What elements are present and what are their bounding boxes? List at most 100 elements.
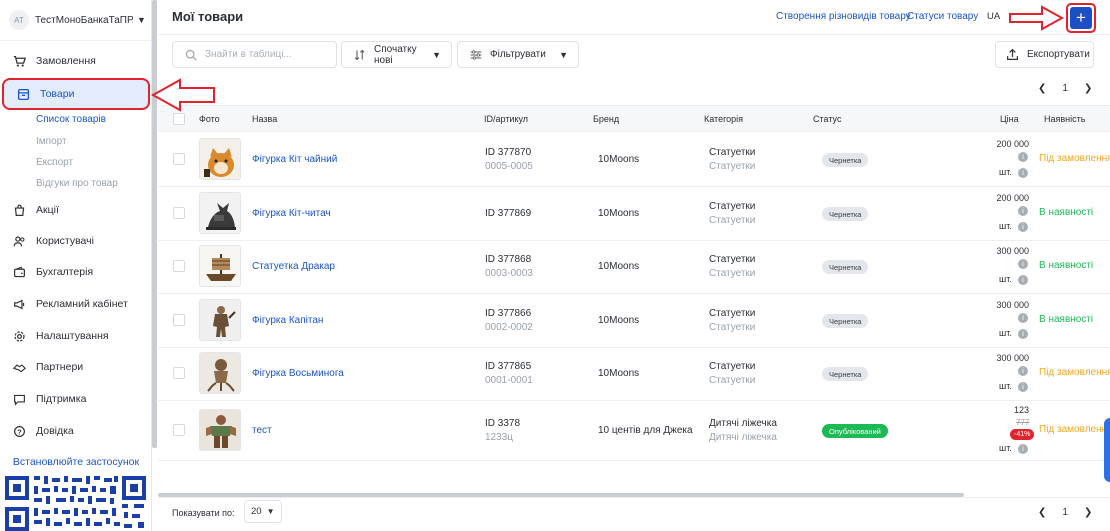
col-photo: Фото [199, 114, 220, 124]
status-badge[interactable]: Чернетка [822, 367, 869, 381]
qr-code-icon [4, 474, 150, 531]
info-icon[interactable]: i [1018, 152, 1028, 162]
search-icon [185, 49, 197, 61]
col-id[interactable]: ID/артикул [484, 114, 528, 124]
add-product-button[interactable]: + [1066, 3, 1096, 33]
sidebar-item-support[interactable]: Підтримка [0, 386, 86, 412]
store-switcher[interactable]: AT ТестМоноБанкаТаПР... ▼ [0, 0, 151, 40]
product-name-link[interactable]: Фігурка Кіт чайний [252, 154, 337, 165]
sidebar-item-orders[interactable]: Замовлення [0, 48, 96, 74]
next-page-icon[interactable]: ❯ [1084, 507, 1092, 518]
search-input[interactable]: Знайти в таблиці... [172, 41, 337, 68]
availability-status[interactable]: Під замовлення [1039, 424, 1110, 435]
statuses-link[interactable]: Статуси товару [907, 11, 978, 22]
status-badge[interactable]: Чернетка [822, 207, 869, 221]
col-brand[interactable]: Бренд [593, 114, 619, 124]
sidebar-sub-export[interactable]: Експорт [36, 157, 73, 168]
current-page[interactable]: 1 [1062, 83, 1068, 94]
sidebar-item-ads[interactable]: Рекламний кабінет [0, 291, 128, 317]
sidebar-item-label: Підтримка [36, 393, 87, 405]
product-name-link[interactable]: Фігурка Капітан [252, 315, 323, 326]
col-availability[interactable]: Наявність [1044, 114, 1085, 124]
sidebar-sub-product-list[interactable]: Список товарів [36, 114, 106, 125]
sidebar-scrollbar[interactable] [152, 0, 157, 448]
sidebar-item-promotions[interactable]: Акції [0, 197, 59, 223]
info-icon[interactable]: i [1018, 222, 1028, 232]
col-status[interactable]: Статус [813, 114, 841, 124]
sidebar-sub-import[interactable]: Імпорт [36, 136, 67, 147]
col-name[interactable]: Назва [252, 114, 277, 124]
table-row[interactable]: тест ID 3378 1233ц 10 центів для Джека Д… [158, 401, 1110, 461]
row-checkbox[interactable] [173, 314, 185, 326]
table-row[interactable]: Фігурка Капітан ID 377866 0002-0002 10Mo… [158, 294, 1110, 348]
sidebar-item-partners[interactable]: Партнери [0, 354, 83, 380]
filter-dropdown[interactable]: Фільтрувати ▼ [457, 41, 579, 68]
availability-status[interactable]: В наявності [1039, 260, 1093, 271]
table-row[interactable]: Фігурка Восьминога ID 377865 0001-0001 1… [158, 347, 1110, 401]
product-photo[interactable] [199, 299, 241, 341]
sidebar-item-accounting[interactable]: Бухгалтерія [0, 259, 93, 285]
product-category: Статуетки [709, 201, 756, 212]
current-page[interactable]: 1 [1062, 507, 1068, 518]
product-photo[interactable] [199, 409, 241, 451]
table-row[interactable]: Фігурка Кіт-читач ID 377869 10Moons Стат… [158, 187, 1110, 241]
product-name-link[interactable]: тест [252, 425, 272, 436]
col-price[interactable]: Ціна [1000, 114, 1019, 124]
table-row[interactable]: Фігурка Кіт чайний ID 377870 0005-0005 1… [158, 133, 1110, 187]
product-id: ID 377869 [485, 208, 532, 219]
sidebar-item-help[interactable]: ? Довідка [0, 418, 74, 444]
sidebar-sub-reviews[interactable]: Відгуки про товар [36, 178, 118, 189]
sort-dropdown[interactable]: Спочатку нові ▼ [341, 41, 452, 68]
status-badge[interactable]: Чернетка [822, 260, 869, 274]
export-label: Експортувати [1027, 49, 1090, 60]
prev-page-icon[interactable]: ❮ [1038, 83, 1046, 94]
install-app-link[interactable]: Встановлюйте застосунок [0, 456, 152, 468]
product-photo[interactable] [199, 245, 241, 287]
col-category[interactable]: Категорія [704, 114, 743, 124]
product-name-link[interactable]: Статуетка Дракар [252, 261, 335, 272]
per-page-select[interactable]: 20 ▼ [244, 500, 282, 523]
prev-page-icon[interactable]: ❮ [1038, 507, 1046, 518]
info-icon[interactable]: i [1018, 206, 1028, 216]
product-photo[interactable] [199, 352, 241, 394]
product-id: ID 377868 [485, 254, 532, 265]
availability-status[interactable]: Під замовлення [1039, 367, 1110, 378]
status-badge[interactable]: Чернетка [822, 314, 869, 328]
upload-icon [1006, 48, 1019, 61]
availability-status[interactable]: В наявності [1039, 207, 1093, 218]
availability-status[interactable]: В наявності [1039, 314, 1093, 325]
info-icon[interactable]: i [1018, 168, 1028, 178]
sidebar-item-users[interactable]: Користувачі [0, 228, 94, 254]
row-checkbox[interactable] [173, 367, 185, 379]
row-checkbox[interactable] [173, 207, 185, 219]
product-name-link[interactable]: Фігурка Восьминога [252, 368, 344, 379]
info-icon[interactable]: i [1018, 259, 1028, 269]
variants-link[interactable]: Створення різновидів товару [776, 11, 911, 22]
info-icon[interactable]: i [1018, 366, 1028, 376]
row-checkbox[interactable] [173, 260, 185, 272]
percent-bag-icon [12, 203, 26, 217]
info-icon[interactable]: i [1018, 329, 1028, 339]
next-page-icon[interactable]: ❯ [1084, 83, 1092, 94]
product-photo[interactable] [199, 138, 241, 180]
product-photo[interactable] [199, 192, 241, 234]
table-row[interactable]: Статуетка Дракар ID 377868 0003-0003 10M… [158, 240, 1110, 294]
export-button[interactable]: Експортувати [995, 41, 1094, 68]
info-icon[interactable]: i [1018, 313, 1028, 323]
product-name-link[interactable]: Фігурка Кіт-читач [252, 208, 331, 219]
sidebar-item-products[interactable]: Товари [2, 78, 150, 110]
row-checkbox[interactable] [173, 153, 185, 165]
select-all-checkbox[interactable] [173, 113, 185, 125]
availability-status[interactable]: Під замовлення [1039, 153, 1110, 164]
sidebar-item-settings[interactable]: Налаштування [0, 323, 109, 349]
info-icon[interactable]: i [1018, 444, 1028, 454]
row-checkbox[interactable] [173, 424, 185, 436]
info-icon[interactable]: i [1018, 275, 1028, 285]
side-widget-tab[interactable] [1104, 418, 1110, 482]
sidebar: AT ТестМоноБанкаТаПР... ▼ Замовлення Тов… [0, 0, 152, 531]
status-badge[interactable]: Чернетка [822, 153, 869, 167]
info-icon[interactable]: i [1018, 382, 1028, 392]
product-sku: 0005-0005 [485, 161, 533, 172]
status-badge[interactable]: Опублікований [822, 424, 888, 438]
language-switcher[interactable]: UA [987, 11, 1000, 22]
